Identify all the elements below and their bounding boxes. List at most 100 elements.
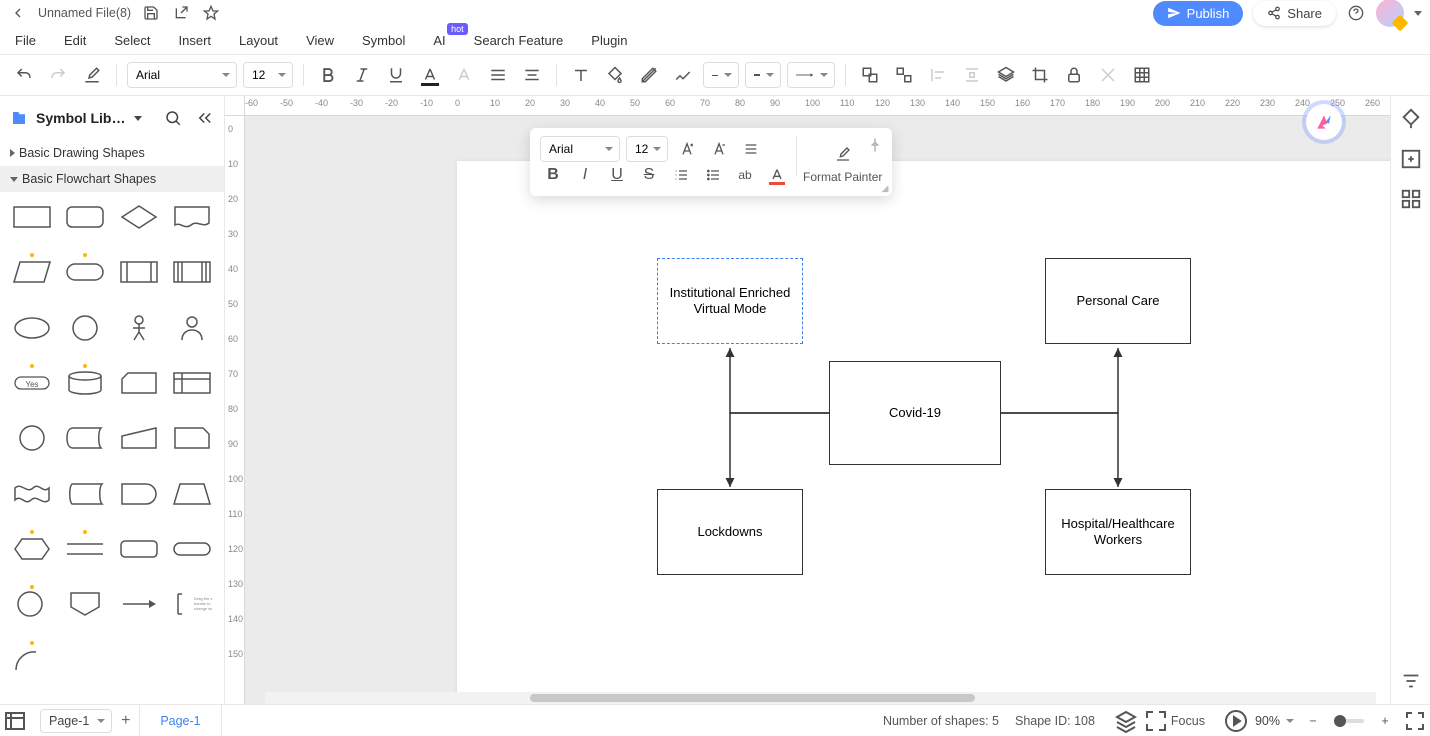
export-icon[interactable] (171, 3, 191, 23)
shape-offpage[interactable] (62, 587, 110, 621)
case-icon[interactable]: ab (732, 162, 758, 188)
layers-icon[interactable] (1114, 709, 1138, 733)
zoom-slider[interactable] (1334, 719, 1364, 723)
theme-icon[interactable] (1400, 108, 1422, 130)
publish-button[interactable]: Publish (1153, 1, 1244, 26)
format-painter-button[interactable] (78, 61, 106, 89)
align-h-button[interactable] (484, 61, 512, 89)
fit-icon[interactable] (1144, 709, 1168, 733)
shape-actor[interactable] (115, 311, 163, 345)
font-family-select[interactable]: Arial (127, 62, 237, 88)
redo-button[interactable] (44, 61, 72, 89)
collapse-sidebar-icon[interactable] (196, 109, 214, 127)
play-icon[interactable] (1224, 709, 1248, 733)
insert-panel-icon[interactable] (1400, 148, 1422, 170)
node-hospital[interactable]: Hospital/Healthcare Workers (1045, 489, 1191, 575)
menu-layout[interactable]: Layout (239, 33, 278, 48)
shape-diamond[interactable] (115, 200, 163, 234)
menu-select[interactable]: Select (114, 33, 150, 48)
line-color-button[interactable] (635, 61, 663, 89)
group-basic-flowchart[interactable]: Basic Flowchart Shapes (0, 166, 224, 192)
shape-annotation[interactable]: Drag the sidehandle tochange width (169, 587, 217, 621)
menu-plugin[interactable]: Plugin (591, 33, 627, 48)
pages-panel-icon[interactable] (3, 709, 27, 733)
library-dropdown-icon[interactable] (134, 116, 142, 121)
shape-document[interactable] (169, 200, 217, 234)
shape-circle[interactable] (62, 311, 110, 345)
star-icon[interactable] (201, 3, 221, 23)
shape-signal[interactable] (115, 587, 163, 621)
shape-rectangle[interactable] (8, 200, 56, 234)
shape-rounded2[interactable] (115, 532, 163, 566)
line-weight-select[interactable] (745, 62, 781, 88)
font-color-button[interactable] (416, 61, 444, 89)
numbered-list-icon[interactable] (668, 162, 694, 188)
pin-icon[interactable] (862, 132, 888, 158)
save-icon[interactable] (141, 3, 161, 23)
page-selector[interactable]: Page-1 (40, 709, 112, 733)
group-button[interactable] (856, 61, 884, 89)
shape-yes-pill[interactable]: Yes (8, 366, 56, 400)
shape-circle2[interactable] (8, 587, 56, 621)
float-font-color-icon[interactable] (764, 162, 790, 188)
canvas-page[interactable]: Institutional Enriched Virtual Mode Pers… (457, 161, 1390, 704)
ungroup-button[interactable] (890, 61, 918, 89)
line-style-select[interactable] (703, 62, 739, 88)
shape-terminator[interactable] (62, 255, 110, 289)
settings-button[interactable] (1094, 61, 1122, 89)
zoom-out-button[interactable]: − (1301, 709, 1325, 733)
resize-handle-icon[interactable]: ◢ (881, 183, 888, 194)
add-page-button[interactable]: + (112, 705, 140, 736)
fill-button[interactable] (601, 61, 629, 89)
float-font-family[interactable]: Arial (540, 136, 620, 162)
node-institutional[interactable]: Institutional Enriched Virtual Mode (657, 258, 803, 344)
undo-button[interactable] (10, 61, 38, 89)
shape-stored[interactable] (62, 477, 110, 511)
focus-label[interactable]: Focus (1171, 714, 1205, 728)
help-icon[interactable] (1346, 3, 1366, 23)
filter-icon[interactable] (1400, 670, 1422, 692)
bold-button[interactable] (314, 61, 342, 89)
float-underline-icon[interactable]: U (604, 162, 630, 188)
underline-button[interactable] (382, 61, 410, 89)
font-size-select[interactable]: 12 (243, 62, 293, 88)
user-menu-caret-icon[interactable] (1414, 11, 1422, 16)
node-lockdowns[interactable]: Lockdowns (657, 489, 803, 575)
share-button[interactable]: Share (1253, 1, 1336, 26)
shape-internal[interactable] (169, 366, 217, 400)
user-avatar[interactable] (1376, 0, 1404, 27)
connector-button[interactable] (669, 61, 697, 89)
back-icon[interactable] (8, 3, 28, 23)
float-font-size[interactable]: 12 (626, 136, 668, 162)
arrow-style-select[interactable] (787, 62, 835, 88)
shape-ellipse[interactable] (8, 311, 56, 345)
canvas-scroll[interactable]: Institutional Enriched Virtual Mode Pers… (245, 116, 1390, 704)
menu-search-feature[interactable]: Search Feature (474, 33, 564, 48)
float-italic-icon[interactable]: I (572, 162, 598, 188)
shape-parallel[interactable] (62, 532, 110, 566)
menu-file[interactable]: File (15, 33, 36, 48)
table-button[interactable] (1128, 61, 1156, 89)
bullet-list-icon[interactable] (700, 162, 726, 188)
shape-trapezoid[interactable] (169, 477, 217, 511)
distribute-button[interactable] (958, 61, 986, 89)
shape-terminator2[interactable] (169, 532, 217, 566)
menu-ai[interactable]: AI hot (433, 33, 445, 48)
ai-assistant-badge[interactable] (1306, 104, 1342, 140)
shape-user[interactable] (169, 311, 217, 345)
menu-insert[interactable]: Insert (179, 33, 212, 48)
menu-symbol[interactable]: Symbol (362, 33, 405, 48)
shape-database[interactable] (62, 366, 110, 400)
align-objects-button[interactable] (924, 61, 952, 89)
zoom-percent[interactable]: 90% (1255, 714, 1294, 728)
shape-card2[interactable] (169, 421, 217, 455)
zoom-in-button[interactable]: + (1373, 709, 1397, 733)
shape-predefined[interactable] (115, 255, 163, 289)
node-personal-care[interactable]: Personal Care (1045, 258, 1191, 344)
search-icon[interactable] (164, 109, 182, 127)
lock-button[interactable] (1060, 61, 1088, 89)
menu-edit[interactable]: Edit (64, 33, 86, 48)
italic-button[interactable] (348, 61, 376, 89)
page-tab-1[interactable]: Page-1 (140, 705, 221, 736)
shape-subroutine[interactable] (169, 255, 217, 289)
